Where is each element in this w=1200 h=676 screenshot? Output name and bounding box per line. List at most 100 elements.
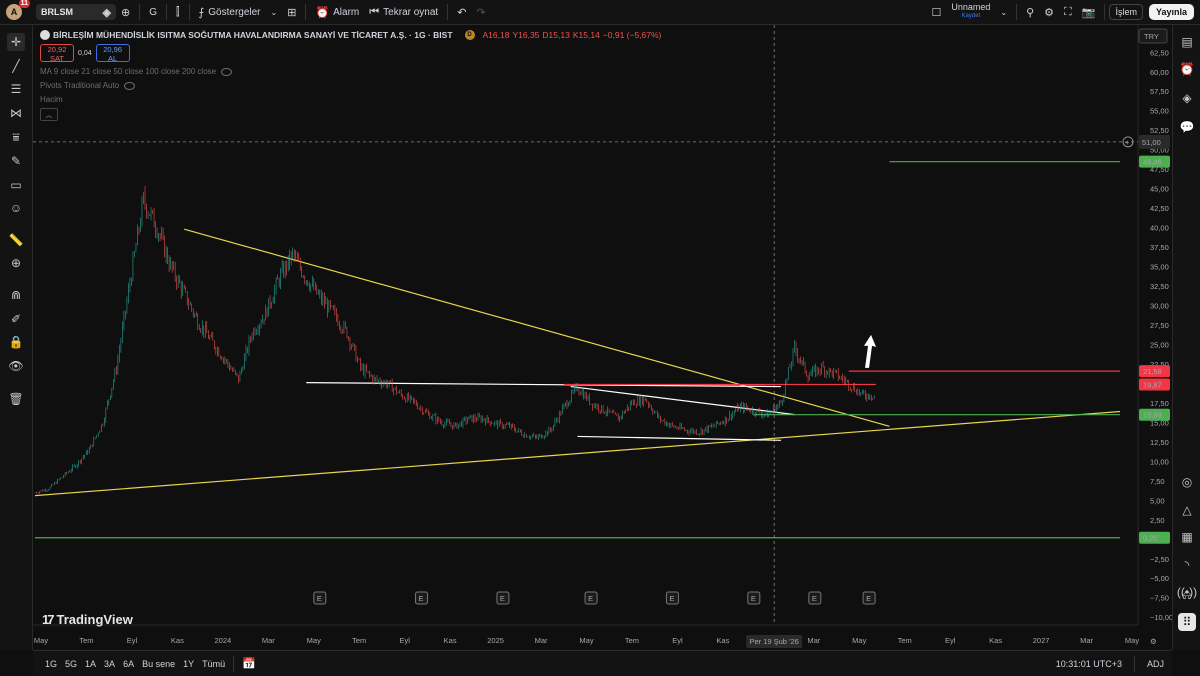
ohlc-values: A16,18 Y16,35 D15,13 K15,14 −0,91 (−5,67%) [482,30,662,40]
layouts-grid-icon[interactable]: ⊞ [282,0,301,24]
eye-icon[interactable]: 👁 [7,357,25,375]
time-tick-label: Kas [171,636,184,645]
apps-grid-icon[interactable]: ⠿ [1178,613,1196,631]
replay-button[interactable]: ⏮ Tekrar oynat [364,0,443,24]
indicators-icon: ⨍ [198,6,205,19]
sell-button[interactable]: 20,92 SAT [40,44,74,62]
chevron-down-icon: ⌄ [270,7,278,17]
watchlist-icon[interactable]: ▤ [1178,33,1196,51]
trash-icon[interactable]: 🗑 [7,390,25,408]
plus-glyph: + [1125,138,1130,147]
symbol-title: BİRLEŞİM MÜHENDİSLİK ISITMA SOĞUTMA HAVA… [53,30,453,40]
price-tick-label: 30,00 [1150,302,1169,311]
range-button-2[interactable]: 1A [81,659,100,669]
range-button-1[interactable]: 5G [61,659,81,669]
range-button-6[interactable]: 1Y [179,659,198,669]
bell-icon[interactable]: ⍾ [1178,586,1196,604]
time-tick-label: May [852,636,866,645]
price-tick-label: −10,00 [1150,613,1172,622]
range-button-3[interactable]: 3A [100,659,119,669]
time-tick-label: Mar [807,636,820,645]
time-tick-label: Kas [716,636,729,645]
earnings-marker-label: E [751,594,756,603]
price-tick-label: 57,50 [1150,87,1169,96]
horizontal-lines-icon[interactable]: ☰ [7,80,25,98]
volume-indicator-legend[interactable]: Hacim [40,95,664,104]
range-button-7[interactable]: Tümü [198,659,229,669]
time-tick-label: Eyl [945,636,956,645]
time-tick-label: May [1125,636,1139,645]
bottom-toolbar: 1G 5G 1A 3A 6A Bu sene 1Y Tümü 📅 10:31:01 UTC+3… [33,650,1172,676]
price-tick-label: 35,00 [1150,263,1169,272]
price-tick-label: 5,00 [1150,496,1165,505]
fullscreen-icon[interactable]: ⛶ [1059,0,1077,24]
eye-icon[interactable] [221,67,233,76]
calendar-icon[interactable]: ▦ [1178,528,1196,546]
ruler-icon[interactable]: 📏 [7,231,25,249]
collapse-legend-button[interactable]: ︿ [40,108,58,121]
currency-label[interactable]: TRY [1144,32,1159,41]
adj-toggle[interactable]: ADJ [1147,659,1164,669]
user-avatar[interactable]: A 11 [6,0,30,20]
emoji-icon[interactable]: ☺ [7,199,25,217]
time-tick-label: Eyl [399,636,410,645]
time-tick-label: Eyl [127,636,138,645]
pattern-icon[interactable]: ⋈ [7,104,25,122]
trade-button[interactable]: İşlem [1109,4,1143,20]
pivots-indicator-legend[interactable]: Pivots Traditional Auto [40,81,664,90]
brush-icon[interactable]: ✎ [7,152,25,170]
alarm-button[interactable]: ⏰ Alarm [310,0,364,24]
fib-icon[interactable]: ⩸ [7,128,25,146]
chat-icon[interactable]: 💬 [1178,118,1196,136]
range-button-5[interactable]: Bu sene [138,659,179,669]
magnet-icon[interactable]: ⋒ [7,286,25,304]
ma-indicator-legend[interactable]: MA 9 close 21 close 50 close 100 close 2… [40,67,664,76]
spread-value: 0,04 [78,49,92,57]
trend-line-icon[interactable]: ╱ [7,57,25,75]
zoom-in-icon[interactable]: ⊕ [7,254,25,272]
time-tick-label: Kas [989,636,1002,645]
chevron-down-icon[interactable]: ⌄ [995,0,1012,24]
eye-icon[interactable] [124,81,136,90]
camera-icon[interactable]: 📷 [1077,0,1101,24]
publish-button[interactable]: Yayınla [1148,4,1194,20]
undo-icon[interactable]: ↶ [452,0,471,24]
time-tick-label: Tem [79,636,93,645]
arrow-up-annotation[interactable] [864,334,877,368]
price-tick-label: −2,50 [1150,555,1169,564]
lock-icon[interactable]: 🔒 [7,333,25,351]
shield-icon: ◈ [102,6,111,19]
price-tick-label: 12,50 [1150,438,1169,447]
price-tick-label: 60,00 [1150,68,1169,77]
drawn-line-1[interactable] [184,228,890,427]
candle-style-icon[interactable]: ⫿ [171,0,185,24]
tradingview-mark-icon: 17 [42,612,55,627]
ideas-icon[interactable]: △ [1178,501,1196,519]
redo-icon[interactable]: ↷ [471,0,490,24]
lock-drawings-icon[interactable]: ✐ [7,310,25,328]
alerts-clock-icon[interactable]: ⏰ [1178,60,1196,78]
earnings-marker-label: E [419,594,424,603]
time-tick-label: Tem [625,636,639,645]
layout-checkbox-icon[interactable]: ☐ [927,0,947,24]
drawn-line-4[interactable] [577,435,781,441]
settings-gear-icon[interactable]: ⚙ [1039,0,1059,24]
indicators-button[interactable]: ⨍ Göstergeler ⌄ [194,0,283,24]
drawn-line-0[interactable] [34,410,1121,497]
text-note-icon[interactable]: ▭ [7,176,25,194]
quick-search-icon[interactable]: ⚲ [1021,0,1039,24]
layout-name-button[interactable]: Unnamed Kaydet [946,0,995,24]
axis-settings-gear-icon[interactable]: ⚙ [1150,637,1157,646]
range-button-4[interactable]: 6A [119,659,138,669]
date-range-icon[interactable]: 📅 [242,657,256,670]
interval-button[interactable]: G [144,0,162,24]
layers-icon[interactable]: ◈ [1178,89,1196,107]
compass-icon[interactable]: ◎ [1178,473,1196,491]
buy-button[interactable]: 20,96 AL [95,44,130,62]
clock[interactable]: 10:31:01 UTC+3 [1056,659,1122,669]
symbol-search-button[interactable]: BRLSM ◈ [36,4,116,20]
signal-icon[interactable]: ◝ [1178,556,1196,574]
crosshair-icon[interactable]: ✛ [7,33,25,51]
add-symbol-icon[interactable]: ⊕ [116,0,135,24]
range-button-0[interactable]: 1G [41,659,61,669]
